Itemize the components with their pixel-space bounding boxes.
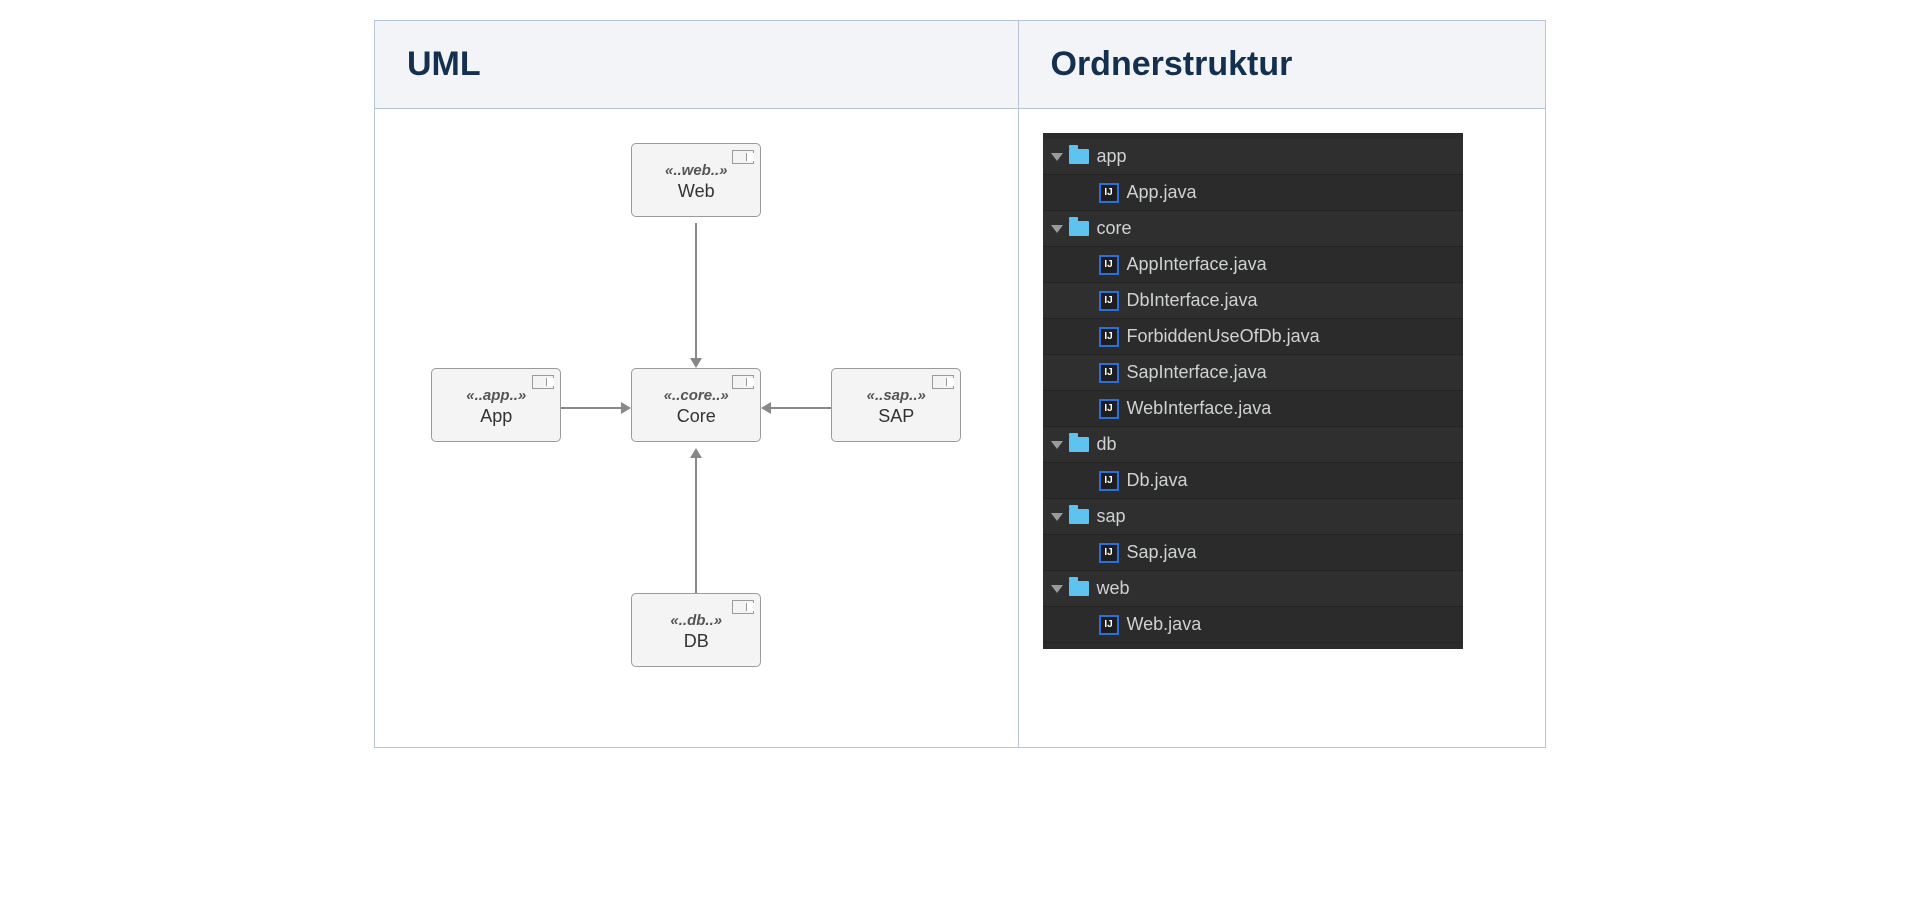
uml-package-core: «..core..» Core [631, 368, 761, 442]
disclosure-triangle-icon[interactable] [1051, 225, 1063, 233]
tree-item-label: SapInterface.java [1127, 362, 1267, 383]
folder-icon [1069, 149, 1089, 164]
uml-package-app-stereo: «..app..» [442, 387, 550, 404]
java-file-icon: IJ [1099, 327, 1119, 347]
arrowhead-icon [690, 358, 702, 368]
folder-icon [1069, 221, 1089, 236]
java-file-icon: IJ [1099, 543, 1119, 563]
uml-package-sap: «..sap..» SAP [831, 368, 961, 442]
tree-item-label: WebInterface.java [1127, 398, 1272, 419]
tree-file-row[interactable]: IJ Db.java [1043, 463, 1463, 499]
folder-icon [1069, 581, 1089, 596]
tree-item-label: sap [1097, 506, 1126, 527]
uml-package-app: «..app..» App [431, 368, 561, 442]
tree-folder-row[interactable]: db [1043, 427, 1463, 463]
uml-package-web: «..web..» Web [631, 143, 761, 217]
arrowhead-icon [690, 448, 702, 458]
tree-folder-row[interactable]: core [1043, 211, 1463, 247]
disclosure-triangle-icon[interactable] [1051, 513, 1063, 521]
tree-item-label: AppInterface.java [1127, 254, 1267, 275]
java-file-icon: IJ [1099, 471, 1119, 491]
tree-file-row[interactable]: IJ Web.java [1043, 607, 1463, 643]
two-column-table: UML «..web..» Web «..app..» App [374, 20, 1546, 748]
folder-column: Ordnerstruktur app IJ App.java core IJ AppInt… [1019, 21, 1546, 747]
tree-file-row[interactable]: IJ App.java [1043, 175, 1463, 211]
uml-package-core-name: Core [642, 406, 750, 427]
tree-file-row[interactable]: IJ ForbiddenUseOfDb.java [1043, 319, 1463, 355]
arrowhead-icon [761, 402, 771, 414]
uml-package-sap-name: SAP [842, 406, 950, 427]
package-tab-icon [732, 150, 754, 164]
uml-package-db-name: DB [642, 631, 750, 652]
uml-column-header: UML [375, 21, 1018, 109]
tree-item-label: Db.java [1127, 470, 1188, 491]
java-file-icon: IJ [1099, 255, 1119, 275]
tree-folder-row[interactable]: app [1043, 139, 1463, 175]
uml-package-db: «..db..» DB [631, 593, 761, 667]
disclosure-triangle-icon[interactable] [1051, 585, 1063, 593]
java-file-icon: IJ [1099, 291, 1119, 311]
folder-icon [1069, 509, 1089, 524]
uml-column-body: «..web..» Web «..app..» App «..core..» C… [375, 109, 1018, 747]
java-file-icon: IJ [1099, 183, 1119, 203]
tree-item-label: App.java [1127, 182, 1197, 203]
package-tab-icon [732, 375, 754, 389]
package-tab-icon [732, 600, 754, 614]
tree-item-label: web [1097, 578, 1130, 599]
tree-item-label: Sap.java [1127, 542, 1197, 563]
tree-item-label: core [1097, 218, 1132, 239]
uml-package-db-stereo: «..db..» [642, 612, 750, 629]
tree-item-label: app [1097, 146, 1127, 167]
uml-column: UML «..web..» Web «..app..» App [375, 21, 1019, 747]
folder-column-body: app IJ App.java core IJ AppInterface.java IJ Db… [1019, 109, 1546, 673]
uml-package-web-name: Web [642, 181, 750, 202]
uml-arrow-sap-to-core [771, 407, 831, 409]
tree-file-row[interactable]: IJ AppInterface.java [1043, 247, 1463, 283]
uml-arrow-web-to-core [695, 223, 697, 358]
uml-arrow-app-to-core [561, 407, 621, 409]
tree-item-label: DbInterface.java [1127, 290, 1258, 311]
folder-column-header: Ordnerstruktur [1019, 21, 1546, 109]
disclosure-triangle-icon[interactable] [1051, 441, 1063, 449]
tree-file-row[interactable]: IJ DbInterface.java [1043, 283, 1463, 319]
uml-arrow-db-to-core [695, 458, 697, 593]
package-tab-icon [932, 375, 954, 389]
uml-package-core-stereo: «..core..» [642, 387, 750, 404]
tree-item-label: Web.java [1127, 614, 1202, 635]
tree-file-row[interactable]: IJ SapInterface.java [1043, 355, 1463, 391]
uml-package-sap-stereo: «..sap..» [842, 387, 950, 404]
tree-file-row[interactable]: IJ Sap.java [1043, 535, 1463, 571]
disclosure-triangle-icon[interactable] [1051, 153, 1063, 161]
tree-item-label: ForbiddenUseOfDb.java [1127, 326, 1320, 347]
folder-icon [1069, 437, 1089, 452]
uml-package-app-name: App [442, 406, 550, 427]
uml-package-web-stereo: «..web..» [642, 162, 750, 179]
package-tab-icon [532, 375, 554, 389]
arrowhead-icon [621, 402, 631, 414]
java-file-icon: IJ [1099, 399, 1119, 419]
tree-folder-row[interactable]: sap [1043, 499, 1463, 535]
java-file-icon: IJ [1099, 363, 1119, 383]
java-file-icon: IJ [1099, 615, 1119, 635]
uml-diagram: «..web..» Web «..app..» App «..core..» C… [416, 133, 976, 723]
folder-tree[interactable]: app IJ App.java core IJ AppInterface.java IJ Db… [1043, 133, 1463, 649]
tree-file-row[interactable]: IJ WebInterface.java [1043, 391, 1463, 427]
tree-item-label: db [1097, 434, 1117, 455]
tree-folder-row[interactable]: web [1043, 571, 1463, 607]
